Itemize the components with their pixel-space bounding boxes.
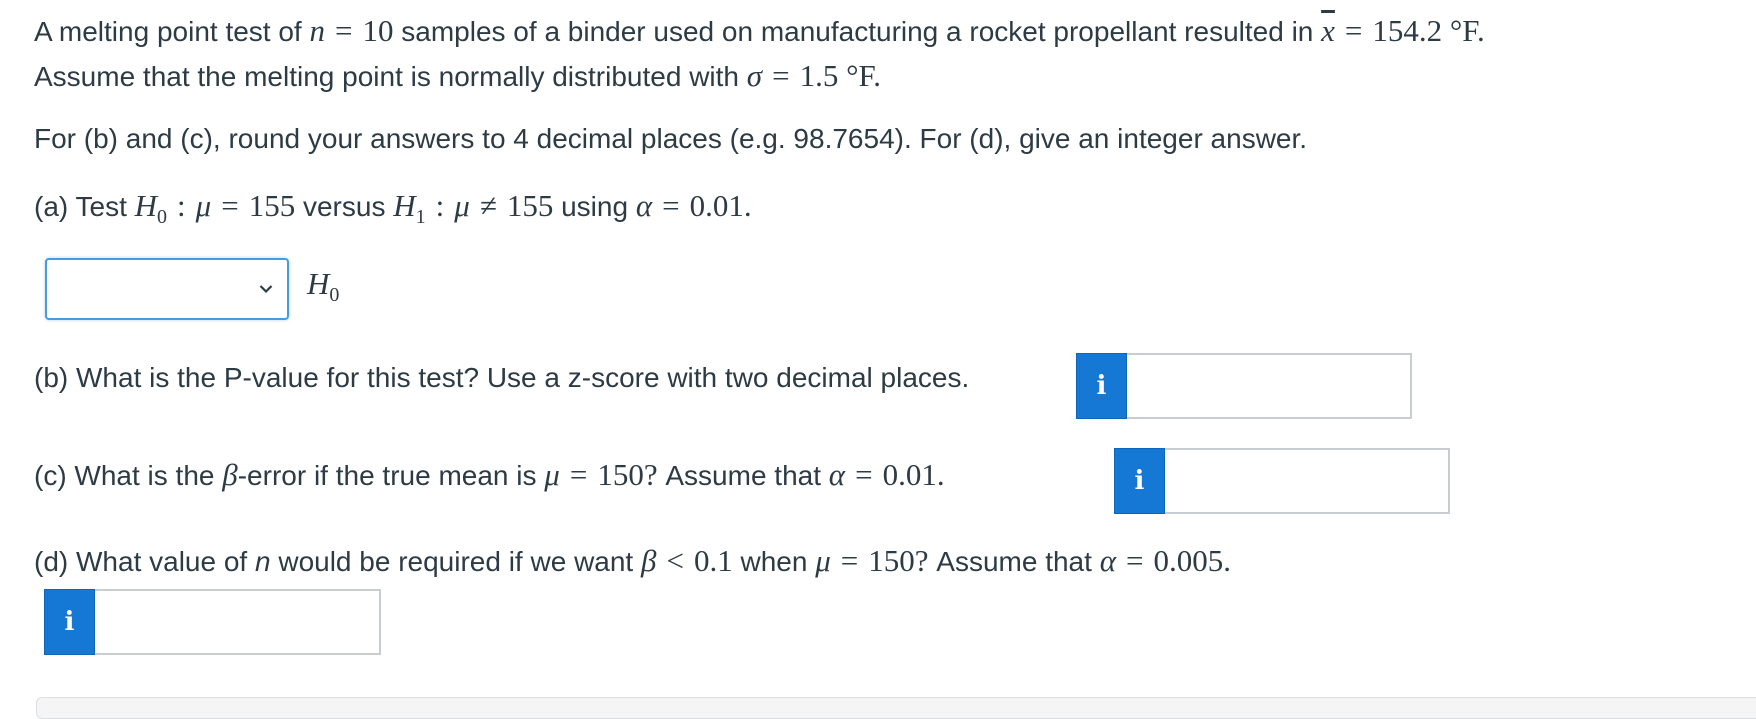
n-variable: n [254,546,271,577]
problem-text: A melting point test of [34,16,302,47]
null-value: 155 [248,188,296,223]
alpha-value: 0.01. [689,188,752,223]
when-text: when [740,546,808,577]
problem-text: Assume that the melting point is normall… [34,61,739,92]
part-b-answer-input[interactable] [1127,353,1412,419]
assume-text: Assume that [665,460,822,491]
assume-text: Assume that [936,546,1092,577]
part-a-question: (a) Test H0: μ = 155 versus H1: μ ≠ 155 using … [34,188,752,229]
mu-symbol: μ [544,457,560,492]
mu-value: 150 [597,457,644,492]
part-c-prefix: (c) What is the [34,460,215,491]
beta-symbol: β [641,543,657,578]
equals-sign: = [840,543,859,578]
colon: : [435,188,445,223]
part-d-answer-input[interactable] [95,589,381,655]
part-b-answer: i [1076,353,1412,419]
mu-value: 150 [868,543,915,578]
mu-symbol: μ [815,543,831,578]
problem-text: samples of a binder used on manufacturin… [401,16,1314,47]
problem-line-1: A melting point test of n = 10 samples of … [34,13,1485,48]
sigma-value: 1.5 °F. [799,58,881,93]
equals-sign: = [772,58,790,93]
h0-label: H0 [307,266,339,307]
h0-label-symbol: H [307,266,330,301]
mu-symbol: μ [195,188,212,223]
sigma-variable: σ [746,58,763,93]
alpha-symbol: α [828,457,846,492]
part-c-answer: i [1114,448,1450,514]
xbar-value: 154.2 °F. [1372,13,1485,48]
chevron-down-icon [259,285,273,294]
info-icon[interactable]: i [1114,448,1165,514]
question-mark: ? [914,543,929,578]
alpha-symbol: α [635,188,653,223]
equals-sign: = [335,13,353,48]
beta-value: 0.1 [693,543,733,578]
versus-text: versus [302,191,386,222]
h0-symbol: H [134,188,158,223]
equals-sign: = [1344,13,1363,48]
instructions: For (b) and (c), round your answers to 4… [34,123,1308,154]
h0-label-subscript: 0 [329,284,340,307]
problem-line-2: Assume that the melting point is normall… [34,58,881,93]
h1-subscript: 1 [415,206,426,229]
alpha-value: 0.01. [882,457,945,492]
part-c-question: (c) What is the β-error if the true mean… [34,457,945,492]
part-d-answer: i [44,589,381,655]
h0-subscript: 0 [157,206,168,229]
part-d-prefix: (d) What value of [34,546,248,577]
info-icon[interactable]: i [1076,353,1127,419]
alpha-symbol: α [1099,543,1116,578]
part-c-text: -error if the true mean is [237,460,537,491]
equals-sign: = [221,188,239,223]
alt-value: 155 [506,188,554,223]
h1-symbol: H [393,188,416,223]
xbar-variable: x [1321,13,1335,48]
part-d-text: would be required if we want [278,546,634,577]
equals-sign: = [855,457,873,492]
bottom-panel-edge [36,697,1756,719]
part-b-question: (b) What is the P-value for this test? U… [34,362,970,393]
part-a-prefix: (a) Test [34,191,127,222]
equals-sign: = [569,457,588,492]
mu-symbol: μ [454,188,470,223]
beta-symbol: β [222,457,238,492]
n-variable: n [309,13,326,48]
less-than-sign: < [666,543,684,578]
equals-sign: = [662,188,680,223]
colon: : [177,188,186,223]
n-value: 10 [362,13,394,48]
part-d-question: (d) What value of n would be required if… [34,543,1231,578]
question-mark: ? [643,457,658,492]
alpha-value: 0.005. [1153,543,1231,578]
part-a-decision-dropdown[interactable] [45,258,289,320]
part-c-answer-input[interactable] [1165,448,1450,514]
not-equal-sign: ≠ [479,188,497,223]
equals-sign: = [1125,543,1144,578]
using-text: using [561,191,629,222]
info-icon[interactable]: i [44,589,95,655]
